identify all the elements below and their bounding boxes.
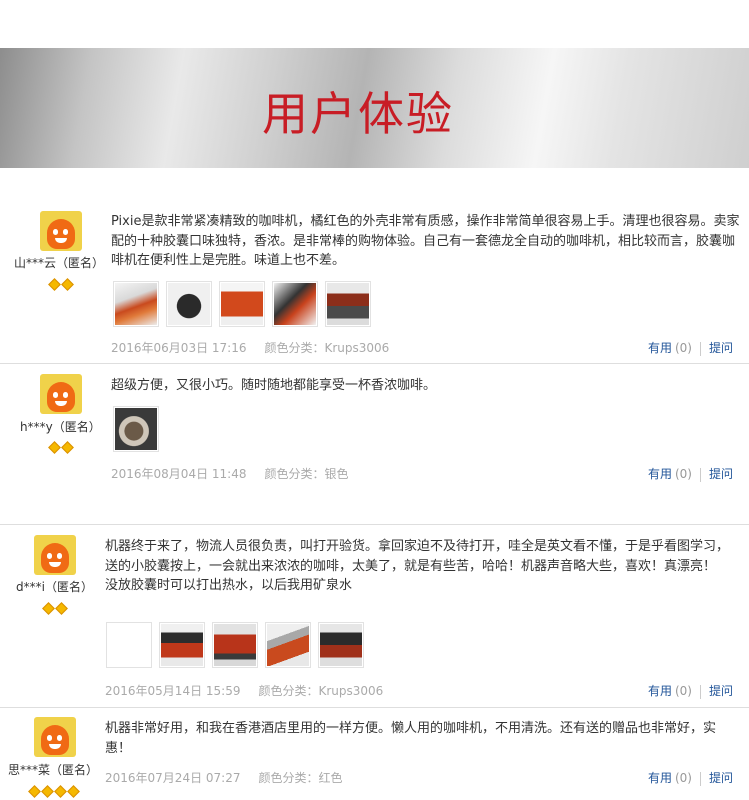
- review-photo-thumb[interactable]: [212, 622, 258, 668]
- review-paragraph: 机器非常好用，和我在香港酒店里用的一样方便。懒人用的咖啡机，不用清洗。还有送的赠…: [105, 721, 717, 756]
- divider: [0, 707, 749, 708]
- review-paragraph: 没放胶囊时可以打出热水，以后我用矿泉水: [105, 578, 353, 593]
- ask-button[interactable]: 提问: [709, 341, 733, 355]
- review-photo-thumb[interactable]: [166, 281, 212, 327]
- review-meta: 2016年07月24日 07:27 颜色分类：红色: [105, 769, 343, 786]
- diamond-icon: [28, 785, 41, 798]
- avatar: [40, 374, 82, 414]
- review-text: 机器终于来了，物流人员很负责，叫打开验货。拿回家迫不及待打开，哇全是英文看不懂，…: [105, 537, 737, 596]
- divider: [699, 771, 701, 786]
- diamond-icon: [61, 278, 74, 291]
- diamond-icon: [55, 602, 68, 615]
- user-experience-banner: 用户体验: [0, 48, 749, 168]
- review-sku: 颜色分类：银色: [264, 467, 349, 481]
- divider: [0, 363, 749, 364]
- useful-count: (0): [674, 771, 692, 785]
- banner-title: 用户体验: [262, 87, 454, 141]
- review-actions: 有用 (0) 提问: [648, 465, 733, 482]
- review-photo-thumb[interactable]: [318, 622, 364, 668]
- reviewer-name: 思***菜（匿名）: [8, 763, 99, 777]
- review-sku: 颜色分类：红色: [258, 771, 343, 785]
- divider: [699, 467, 701, 482]
- level-diamonds: [48, 437, 76, 454]
- avatar: [40, 211, 82, 251]
- level-diamonds: [28, 781, 82, 798]
- review-photo-thumb[interactable]: [272, 281, 318, 327]
- avatar: [34, 717, 76, 757]
- review-paragraph: 机器终于来了，物流人员很负责，叫打开验货。拿回家迫不及待打开，哇全是英文看不懂，…: [105, 539, 730, 574]
- review-date: 2016年06月03日 17:16: [111, 341, 247, 355]
- useful-button[interactable]: 有用: [648, 771, 672, 785]
- review-photo-thumb[interactable]: [159, 622, 205, 668]
- diamond-icon: [67, 785, 80, 798]
- review-date: 2016年07月24日 07:27: [105, 771, 241, 785]
- review-actions: 有用 (0) 提问: [648, 682, 733, 699]
- diamond-icon: [61, 441, 74, 454]
- review-photo-thumb[interactable]: [113, 406, 159, 452]
- review-meta: 2016年08月04日 11:48 颜色分类：银色: [111, 465, 349, 482]
- review-date: 2016年05月14日 15:59: [105, 684, 241, 698]
- diamond-icon: [48, 441, 61, 454]
- level-diamonds: [42, 598, 70, 615]
- review-photo-thumb[interactable]: [325, 281, 371, 327]
- review-actions: 有用 (0) 提问: [648, 339, 733, 356]
- divider: [699, 341, 701, 356]
- ask-button[interactable]: 提问: [709, 467, 733, 481]
- ask-button[interactable]: 提问: [709, 771, 733, 785]
- avatar: [34, 535, 76, 575]
- review-text: Pixie是款非常紧凑精致的咖啡机，橘红色的外壳非常有质感，操作非常简单很容易上…: [111, 212, 741, 271]
- review-photo-thumb[interactable]: [265, 622, 311, 668]
- divider: [0, 524, 749, 525]
- reviewer-name: d***i（匿名）: [16, 580, 93, 594]
- review-sku: 颜色分类：Krups3006: [258, 684, 384, 698]
- reviewer-name: h***y（匿名）: [20, 420, 101, 434]
- review-actions: 有用 (0) 提问: [648, 769, 733, 786]
- review-paragraph: Pixie是款非常紧凑精致的咖啡机，橘红色的外壳非常有质感，操作非常简单很容易上…: [111, 214, 740, 268]
- review-meta: 2016年05月14日 15:59 颜色分类：Krups3006: [105, 682, 383, 699]
- review-photo-thumb[interactable]: [106, 622, 152, 668]
- review-text: 超级方便，又很小巧。随时随地都能享受一杯香浓咖啡。: [111, 376, 741, 396]
- review-photos: [106, 622, 371, 668]
- diamond-icon: [48, 278, 61, 291]
- divider: [699, 684, 701, 699]
- review-photos: [113, 406, 166, 452]
- useful-button[interactable]: 有用: [648, 341, 672, 355]
- diamond-icon: [54, 785, 67, 798]
- useful-button[interactable]: 有用: [648, 467, 672, 481]
- diamond-icon: [42, 602, 55, 615]
- useful-button[interactable]: 有用: [648, 684, 672, 698]
- review-sku: 颜色分类：Krups3006: [264, 341, 390, 355]
- diamond-icon: [41, 785, 54, 798]
- ask-button[interactable]: 提问: [709, 684, 733, 698]
- useful-count: (0): [674, 684, 692, 698]
- review-meta: 2016年06月03日 17:16 颜色分类：Krups3006: [111, 339, 389, 356]
- review-date: 2016年08月04日 11:48: [111, 467, 247, 481]
- review-text: 机器非常好用，和我在香港酒店里用的一样方便。懒人用的咖啡机，不用清洗。还有送的赠…: [105, 719, 737, 758]
- useful-count: (0): [674, 341, 692, 355]
- useful-count: (0): [674, 467, 692, 481]
- review-photo-thumb[interactable]: [113, 281, 159, 327]
- reviewer-name: 山***云（匿名）: [14, 256, 105, 270]
- review-paragraph: 超级方便，又很小巧。随时随地都能享受一杯香浓咖啡。: [111, 378, 437, 393]
- review-photo-thumb[interactable]: [219, 281, 265, 327]
- level-diamonds: [48, 274, 76, 291]
- review-photos: [113, 281, 378, 327]
